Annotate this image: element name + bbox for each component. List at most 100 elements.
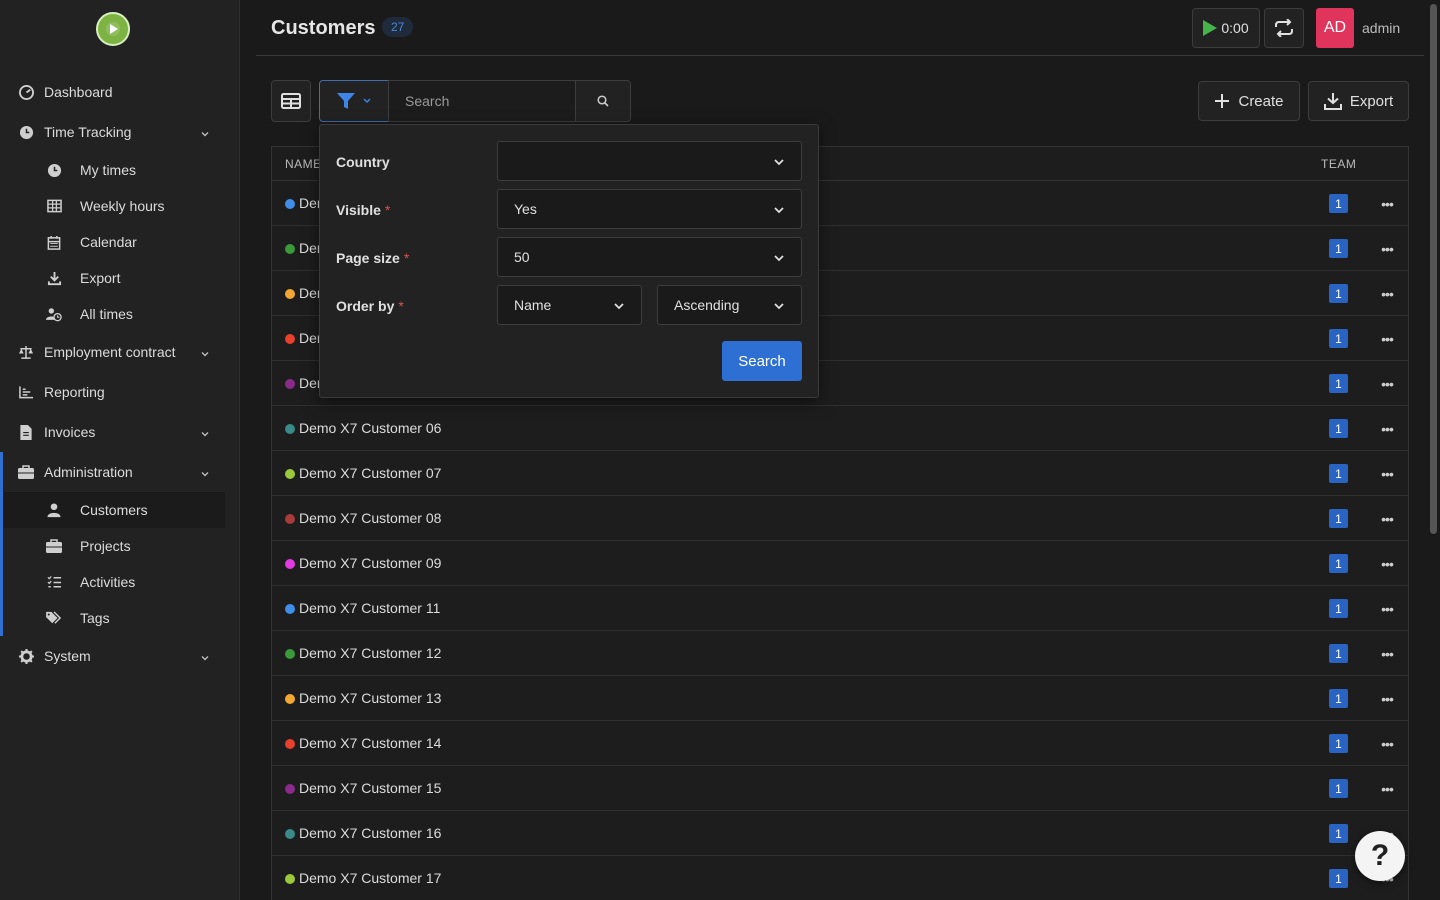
row-actions-menu-icon[interactable]: ••• <box>1376 734 1398 753</box>
table-view-button[interactable] <box>271 80 311 122</box>
row-actions-menu-icon[interactable]: ••• <box>1376 779 1398 798</box>
sync-button[interactable] <box>1264 8 1304 48</box>
nav-employment-contract[interactable]: Employment contract <box>0 332 240 372</box>
team-badge[interactable]: 1 <box>1329 509 1348 528</box>
row-actions-menu-icon[interactable]: ••• <box>1376 239 1398 258</box>
customer-name-link[interactable]: Demo X7 Customer 13 <box>299 690 441 706</box>
customer-name-link[interactable]: Demo X7 Customer 17 <box>299 870 441 886</box>
team-badge[interactable]: 1 <box>1329 374 1348 393</box>
tags-icon <box>46 610 62 626</box>
filter-search-button[interactable]: Search <box>722 341 802 381</box>
avatar[interactable]: AD <box>1316 8 1354 48</box>
download-icon <box>1323 92 1342 110</box>
team-badge[interactable]: 1 <box>1329 779 1348 798</box>
table-row[interactable]: Demo X7 Customer 13 1 ••• <box>272 676 1408 721</box>
table-row[interactable]: Demo X7 Customer 09 1 ••• <box>272 541 1408 586</box>
table-row[interactable]: Demo X7 Customer 171••• <box>272 856 1408 900</box>
nav-label: Employment contract <box>44 344 176 360</box>
row-actions-menu-icon[interactable]: ••• <box>1376 509 1398 528</box>
country-select[interactable] <box>497 141 802 181</box>
nav-label: Dashboard <box>44 84 113 100</box>
color-dot <box>285 514 295 524</box>
table-row[interactable]: Demo X7 Customer 14 1 ••• <box>272 721 1408 766</box>
column-header-team[interactable]: TEAM <box>1321 157 1356 171</box>
row-actions-menu-icon[interactable]: ••• <box>1376 599 1398 618</box>
color-dot <box>285 649 295 659</box>
table-row[interactable]: Demo X7 Customer 06 1 ••• <box>272 406 1408 451</box>
customer-name-link[interactable]: Demo X7 Customer 16 <box>299 825 441 841</box>
customer-name-link[interactable]: Demo X7 Customer 15 <box>299 780 441 796</box>
sidebar-item-export[interactable]: Export <box>0 260 240 296</box>
country-label-text: Country <box>336 154 390 170</box>
nav-invoices[interactable]: Invoices <box>0 412 240 452</box>
orderby-direction-select[interactable]: Ascending <box>657 285 802 325</box>
nav-reporting[interactable]: Reporting <box>0 372 240 412</box>
play-logo-icon[interactable] <box>96 12 130 46</box>
team-badge[interactable]: 1 <box>1329 824 1348 843</box>
filter-toggle-button[interactable] <box>319 80 389 122</box>
export-button[interactable]: Export <box>1308 81 1409 121</box>
team-badge[interactable]: 1 <box>1329 239 1348 258</box>
color-dot <box>285 244 295 254</box>
team-badge[interactable]: 1 <box>1329 869 1348 888</box>
row-actions-menu-icon[interactable]: ••• <box>1376 689 1398 708</box>
create-button[interactable]: Create <box>1198 81 1300 121</box>
orderby-field-select[interactable]: Name <box>497 285 642 325</box>
scrollbar[interactable] <box>1430 4 1437 534</box>
visible-select[interactable]: Yes <box>497 189 802 229</box>
sidebar-item-my-times[interactable]: My times <box>0 152 240 188</box>
team-badge[interactable]: 1 <box>1329 734 1348 753</box>
nav-dashboard[interactable]: Dashboard <box>0 72 240 112</box>
team-badge[interactable]: 1 <box>1329 599 1348 618</box>
row-actions-menu-icon[interactable]: ••• <box>1376 644 1398 663</box>
column-header-name[interactable]: NAME <box>285 157 322 171</box>
pagesize-select[interactable]: 50 <box>497 237 802 277</box>
sidebar-item-weekly-hours[interactable]: Weekly hours <box>0 188 240 224</box>
username[interactable]: admin <box>1362 20 1400 36</box>
nav-time-tracking[interactable]: Time Tracking <box>0 112 240 152</box>
row-actions-menu-icon[interactable]: ••• <box>1376 284 1398 303</box>
customer-name-link[interactable]: Demo X7 Customer 12 <box>299 645 441 661</box>
sidebar-item-customers[interactable]: Customers <box>3 492 225 528</box>
team-badge[interactable]: 1 <box>1329 554 1348 573</box>
row-actions-menu-icon[interactable]: ••• <box>1376 419 1398 438</box>
sidebar-item-tags[interactable]: Tags <box>3 600 240 636</box>
nav-system[interactable]: System <box>0 636 240 676</box>
customer-name-link[interactable]: Demo X7 Customer 06 <box>299 420 441 436</box>
customer-name-link[interactable]: Demo X7 Customer 11 <box>299 600 440 616</box>
table-row[interactable]: Demo X7 Customer 12 1 ••• <box>272 631 1408 676</box>
search-input[interactable] <box>388 80 576 122</box>
row-actions-menu-icon[interactable]: ••• <box>1376 464 1398 483</box>
sidebar-item-activities[interactable]: Activities <box>3 564 240 600</box>
sidebar-item-calendar[interactable]: Calendar <box>0 224 240 260</box>
team-badge[interactable]: 1 <box>1329 194 1348 213</box>
invoice-icon <box>18 424 34 440</box>
table-row[interactable]: Demo X7 Customer 161••• <box>272 811 1408 856</box>
sidebar-item-all-times[interactable]: All times <box>0 296 240 332</box>
row-actions-menu-icon[interactable]: ••• <box>1376 374 1398 393</box>
table-row[interactable]: Demo X7 Customer 08 1 ••• <box>272 496 1408 541</box>
team-badge[interactable]: 1 <box>1329 284 1348 303</box>
sidebar-item-projects[interactable]: Projects <box>3 528 240 564</box>
table-row[interactable]: Demo X7 Customer 11 1 ••• <box>272 586 1408 631</box>
row-actions-menu-icon[interactable]: ••• <box>1376 554 1398 573</box>
customer-name-link[interactable]: Demo X7 Customer 08 <box>299 510 441 526</box>
row-actions-menu-icon[interactable]: ••• <box>1376 329 1398 348</box>
customer-name-link[interactable]: Demo X7 Customer 07 <box>299 465 441 481</box>
table-row[interactable]: Demo X7 Customer 15 1 ••• <box>272 766 1408 811</box>
nav-administration[interactable]: Administration <box>3 452 240 492</box>
sub-label: Weekly hours <box>80 198 165 214</box>
team-badge[interactable]: 1 <box>1329 689 1348 708</box>
table-row[interactable]: Demo X7 Customer 07 1 ••• <box>272 451 1408 496</box>
customer-name-link[interactable]: Demo X7 Customer 09 <box>299 555 441 571</box>
team-badge[interactable]: 1 <box>1329 464 1348 483</box>
help-button[interactable]: ? <box>1355 831 1405 881</box>
team-badge[interactable]: 1 <box>1329 329 1348 348</box>
team-badge[interactable]: 1 <box>1329 419 1348 438</box>
customer-name-link[interactable]: Demo X7 Customer 14 <box>299 735 441 751</box>
search-button[interactable] <box>575 80 631 122</box>
team-badge[interactable]: 1 <box>1329 644 1348 663</box>
sub-label: Customers <box>80 502 148 518</box>
start-timer-button[interactable]: 0:00 <box>1192 8 1260 48</box>
row-actions-menu-icon[interactable]: ••• <box>1376 194 1398 213</box>
